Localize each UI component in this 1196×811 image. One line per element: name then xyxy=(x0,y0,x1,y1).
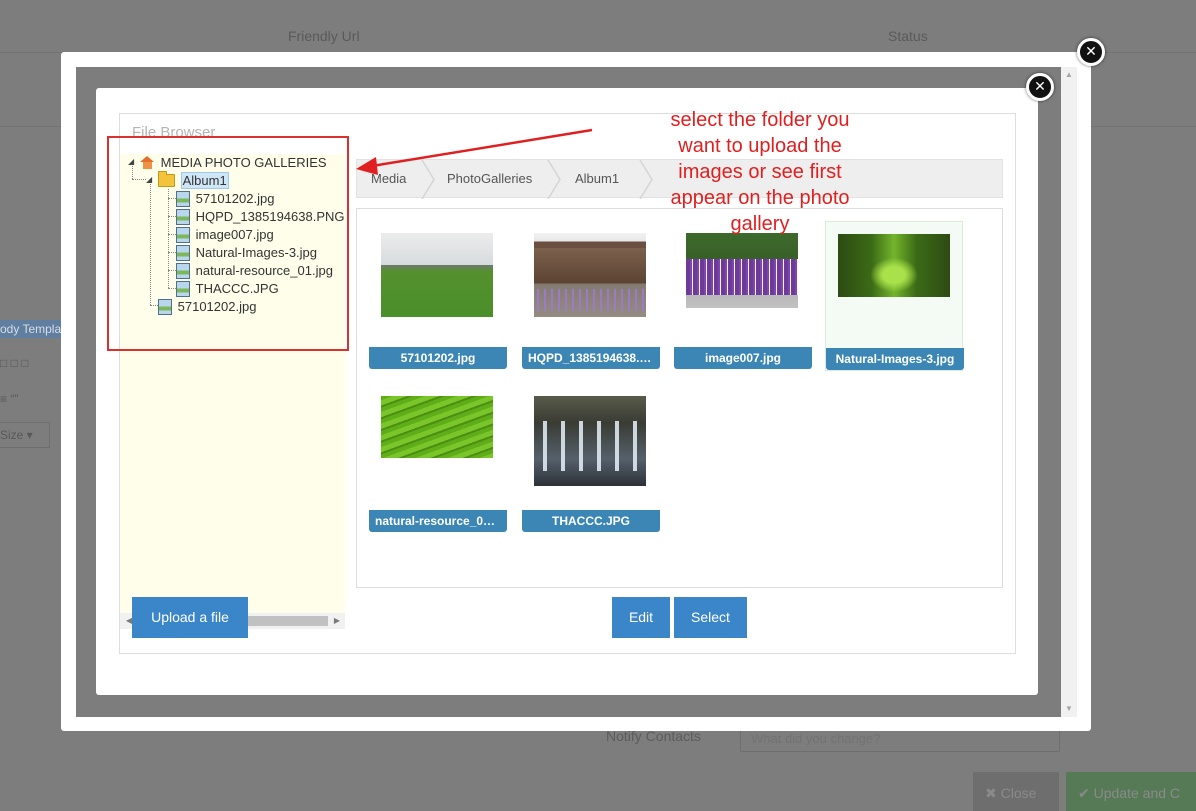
thumbnail-item[interactable]: natural-resource_01.jpg xyxy=(369,384,507,534)
thumbnail-item[interactable]: THACCC.JPG xyxy=(522,384,660,534)
thumbnail-item[interactable]: Natural-Images-3.jpg xyxy=(825,221,964,371)
annotation-text: select the folder you want to upload the… xyxy=(670,109,850,235)
thumbnail-caption: image007.jpg xyxy=(674,347,812,369)
scroll-right-icon[interactable]: ▶ xyxy=(330,613,344,629)
thumbnail-caption: HQPD_1385194638.PNG xyxy=(522,347,660,369)
thumbnail-caption: 57101202.jpg xyxy=(369,347,507,369)
thumbnail-image xyxy=(534,233,646,317)
edit-button[interactable]: Edit xyxy=(612,597,670,638)
thumbnail-item[interactable]: HQPD_1385194638.PNG xyxy=(522,221,660,371)
column-header-friendly-url: Friendly Url xyxy=(288,28,360,44)
thumbnail-image xyxy=(686,233,798,308)
thumbnail-caption: THACCC.JPG xyxy=(522,510,660,532)
inner-close-icon[interactable]: ✕ xyxy=(1026,73,1054,101)
thumbnail-caption: natural-resource_01.jpg xyxy=(369,510,507,532)
breadcrumb-item-album1[interactable]: Album1 xyxy=(575,160,619,199)
thumbnail-item[interactable]: image007.jpg xyxy=(674,221,812,371)
breadcrumb-item-photogalleries[interactable]: PhotoGalleries xyxy=(447,160,532,199)
outer-close-icon[interactable]: ✕ xyxy=(1077,38,1105,66)
body-template-label: ody Templa xyxy=(0,320,66,338)
annotation-highlight-box xyxy=(107,136,349,351)
scroll-down-icon[interactable]: ▼ xyxy=(1061,701,1077,717)
close-button[interactable]: ✖ Close xyxy=(973,772,1059,811)
thumbnail-image xyxy=(381,233,493,317)
thumbnail-grid: 57101202.jpg HQPD_1385194638.PNG image00… xyxy=(356,208,1003,588)
thumbnail-image xyxy=(381,396,493,458)
select-button[interactable]: Select xyxy=(674,597,747,638)
thumbnail-image xyxy=(838,234,950,297)
breadcrumb-separator-icon xyxy=(421,160,435,199)
editor-toolbar: ≡ “” xyxy=(0,392,19,406)
breadcrumb-item-media[interactable]: Media xyxy=(371,160,406,199)
breadcrumb-separator-icon xyxy=(547,160,561,199)
outer-scrollbar[interactable]: ▲ ▼ xyxy=(1061,67,1077,717)
thumbnail-image xyxy=(534,396,646,486)
column-header-status: Status xyxy=(888,28,928,44)
scroll-up-icon[interactable]: ▲ xyxy=(1061,67,1077,83)
upload-file-button[interactable]: Upload a file xyxy=(132,597,248,638)
thumbnail-item[interactable]: 57101202.jpg xyxy=(369,221,507,371)
thumbnail-caption: Natural-Images-3.jpg xyxy=(826,348,964,370)
font-size-select[interactable]: Size ▾ xyxy=(0,422,50,448)
editor-toolbar: □ □ □ xyxy=(0,356,29,370)
update-button[interactable]: ✔ Update and C xyxy=(1066,772,1196,811)
